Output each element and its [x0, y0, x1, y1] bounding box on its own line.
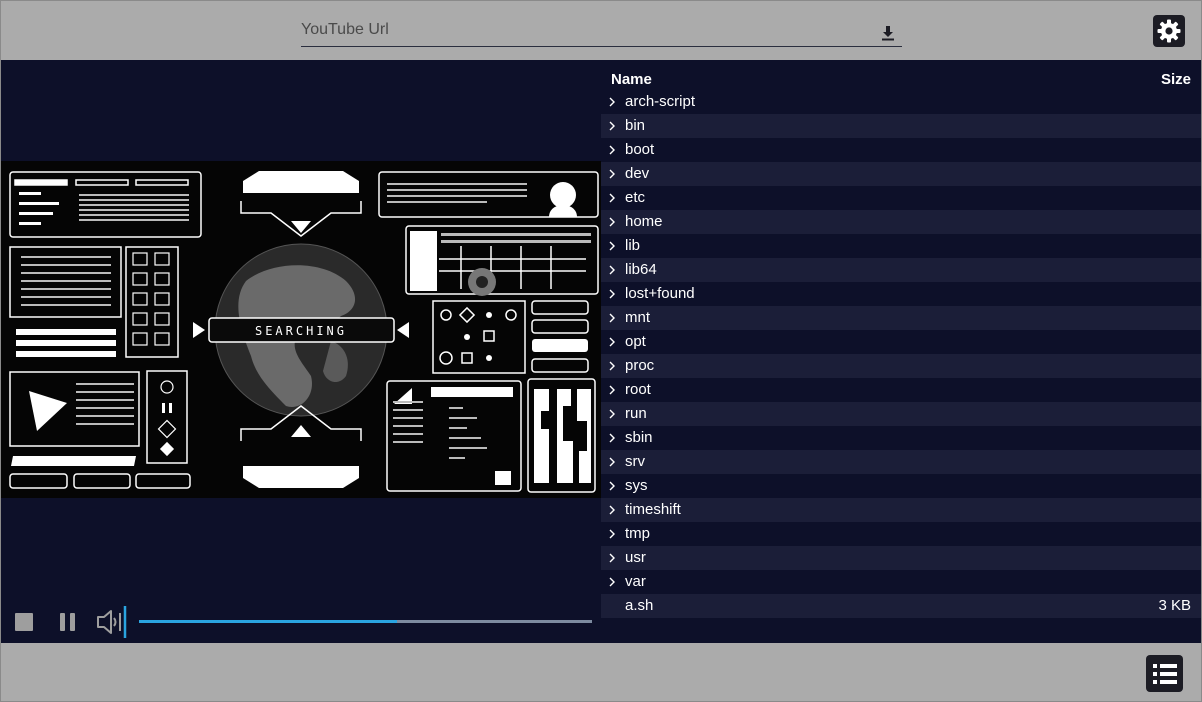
playback-progress-fill — [139, 620, 398, 623]
gear-icon — [1157, 19, 1181, 43]
file-name: tmp — [625, 525, 651, 542]
chevron-right-icon[interactable] — [607, 360, 617, 372]
file-name: run — [625, 405, 647, 422]
video-frame[interactable]: SEARCHING — [1, 161, 601, 498]
top-bar — [1, 1, 1201, 60]
chevron-right-icon[interactable] — [607, 528, 617, 540]
hud-video-image: SEARCHING — [1, 161, 601, 498]
folder-row[interactable]: arch-script — [601, 90, 1201, 114]
chevron-right-icon[interactable] — [607, 552, 617, 564]
chevron-right-icon[interactable] — [607, 432, 617, 444]
folder-row[interactable]: home — [601, 210, 1201, 234]
folder-row[interactable]: dev — [601, 162, 1201, 186]
chevron-right-icon[interactable] — [607, 120, 617, 132]
file-name: opt — [625, 333, 646, 350]
chevron-right-icon[interactable] — [607, 576, 617, 588]
file-name: dev — [625, 165, 650, 182]
file-size: 3 KB — [1158, 597, 1191, 614]
player-controls — [1, 603, 601, 639]
file-name: home — [625, 213, 663, 230]
folder-row[interactable]: proc — [601, 354, 1201, 378]
folder-row[interactable]: etc — [601, 186, 1201, 210]
folder-row[interactable]: root — [601, 378, 1201, 402]
folder-row[interactable]: bin — [601, 114, 1201, 138]
chevron-right-icon[interactable] — [607, 96, 617, 108]
folder-row[interactable]: lib64 — [601, 258, 1201, 282]
file-name: proc — [625, 357, 655, 374]
folder-row[interactable]: lib — [601, 234, 1201, 258]
folder-row[interactable]: sys — [601, 474, 1201, 498]
file-name: boot — [625, 141, 655, 158]
chevron-right-icon[interactable] — [607, 192, 617, 204]
file-name: timeshift — [625, 501, 681, 518]
folder-row[interactable]: usr — [601, 546, 1201, 570]
main-area: SEARCHING Name Size arch-script bin boot… — [1, 60, 1201, 643]
download-button[interactable] — [878, 23, 898, 43]
playlist-button[interactable] — [1146, 655, 1183, 692]
folder-row[interactable]: srv — [601, 450, 1201, 474]
chevron-right-icon[interactable] — [607, 336, 617, 348]
folder-row[interactable]: opt — [601, 330, 1201, 354]
file-name: lib64 — [625, 261, 657, 278]
chevron-right-icon[interactable] — [607, 480, 617, 492]
file-name: root — [625, 381, 651, 398]
pause-icon — [60, 613, 75, 631]
youtube-url-input[interactable] — [301, 15, 871, 45]
chevron-right-icon[interactable] — [607, 288, 617, 300]
folder-row[interactable]: var — [601, 570, 1201, 594]
file-name: sys — [625, 477, 648, 494]
file-browser: Name Size arch-script bin boot dev etc home li… — [601, 60, 1201, 643]
file-name: lost+found — [625, 285, 695, 302]
folder-row[interactable]: timeshift — [601, 498, 1201, 522]
stop-icon — [15, 613, 33, 631]
file-name: bin — [625, 117, 646, 134]
bottom-bar — [1, 643, 1201, 701]
folder-row[interactable]: boot — [601, 138, 1201, 162]
name-column-header[interactable]: Name — [611, 71, 652, 88]
download-icon — [882, 26, 894, 41]
settings-button[interactable] — [1153, 15, 1185, 47]
chevron-right-icon[interactable] — [607, 144, 617, 156]
chevron-right-icon[interactable] — [607, 408, 617, 420]
size-column-header[interactable]: Size — [1161, 71, 1191, 88]
list-icon — [1152, 663, 1177, 684]
folder-row[interactable]: run — [601, 402, 1201, 426]
file-name: mnt — [625, 309, 651, 326]
file-row[interactable]: a.sh 3 KB — [601, 594, 1201, 618]
file-name: lib — [625, 237, 641, 254]
folder-row[interactable]: sbin — [601, 426, 1201, 450]
url-field-wrapper — [301, 15, 902, 47]
chevron-right-icon[interactable] — [607, 168, 617, 180]
file-list: arch-script bin boot dev etc home lib lib64 lost… — [601, 90, 1201, 618]
folder-row[interactable]: lost+found — [601, 282, 1201, 306]
chevron-right-icon[interactable] — [607, 216, 617, 228]
playback-progress-bar[interactable] — [139, 620, 592, 623]
chevron-right-icon[interactable] — [607, 264, 617, 276]
file-name: sbin — [625, 429, 653, 446]
folder-row[interactable]: mnt — [601, 306, 1201, 330]
volume-icon — [97, 606, 127, 638]
file-name: a.sh — [625, 597, 654, 614]
file-name: usr — [625, 549, 646, 566]
volume-button[interactable] — [95, 605, 129, 639]
chevron-right-icon[interactable] — [607, 240, 617, 252]
video-player: SEARCHING — [1, 60, 601, 643]
chevron-right-icon[interactable] — [607, 312, 617, 324]
folder-row[interactable]: tmp — [601, 522, 1201, 546]
file-list-header: Name Size — [601, 71, 1201, 91]
file-name: arch-script — [625, 93, 696, 110]
file-name: etc — [625, 189, 646, 206]
pause-button[interactable] — [58, 611, 78, 633]
chevron-right-icon[interactable] — [607, 456, 617, 468]
chevron-right-icon[interactable] — [607, 504, 617, 516]
stop-button[interactable] — [14, 612, 34, 632]
chevron-right-icon[interactable] — [607, 384, 617, 396]
app-window: SEARCHING — [0, 0, 1202, 702]
file-name: var — [625, 573, 646, 590]
file-name: srv — [625, 453, 645, 470]
video-searching-label: SEARCHING — [255, 324, 347, 338]
